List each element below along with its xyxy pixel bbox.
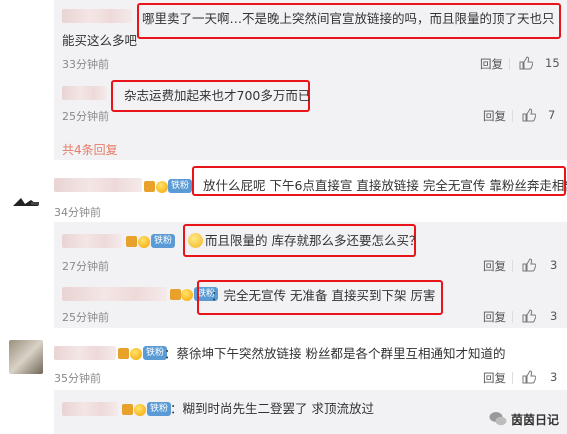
like-count: 3 bbox=[550, 258, 558, 272]
timestamp: 35分钟前 bbox=[54, 372, 101, 385]
member-icon bbox=[138, 236, 150, 248]
reply-button[interactable]: 回复 bbox=[483, 370, 506, 386]
username[interactable] bbox=[62, 234, 122, 248]
vip-icon bbox=[126, 236, 137, 247]
timestamp: 25分钟前 bbox=[62, 110, 109, 123]
like-count: 3 bbox=[550, 309, 558, 323]
thumbs-up-icon[interactable] bbox=[522, 108, 536, 122]
vip-icon bbox=[122, 404, 133, 415]
comment-text: ：完全无宣传 无准备 直接买到下架 厉害 bbox=[211, 288, 436, 303]
avatar[interactable] bbox=[9, 340, 43, 374]
vip-icon bbox=[170, 289, 181, 300]
watermark: 茵茵日记 bbox=[511, 413, 560, 427]
more-replies-link[interactable]: 共4条回复 bbox=[62, 141, 118, 158]
username[interactable] bbox=[54, 178, 142, 192]
member-icon bbox=[181, 289, 193, 301]
reply-button[interactable]: 回复 bbox=[480, 56, 503, 72]
comment-text: ：蔡徐坤下午突然放链接 粉丝都是各个群里互相通知才知道的 bbox=[164, 346, 506, 361]
timestamp: 34分钟前 bbox=[54, 206, 101, 219]
divider bbox=[512, 311, 513, 323]
comment-text: ：糊到时尚先生二登罢了 求顶流放过 bbox=[170, 401, 374, 416]
like-count: 15 bbox=[545, 56, 560, 70]
like-count: 3 bbox=[550, 370, 558, 384]
fan-badge: 铁粉 bbox=[147, 402, 172, 416]
reply-button[interactable]: 回复 bbox=[483, 108, 506, 124]
username[interactable] bbox=[62, 287, 167, 301]
username[interactable] bbox=[54, 346, 116, 360]
member-icon bbox=[134, 404, 146, 416]
vip-icon bbox=[144, 181, 155, 192]
avatar[interactable] bbox=[9, 182, 43, 216]
username[interactable] bbox=[62, 9, 132, 23]
thumbs-up-icon[interactable] bbox=[522, 258, 536, 272]
thumbs-up-icon[interactable] bbox=[519, 56, 533, 70]
member-icon bbox=[130, 348, 142, 360]
divider bbox=[512, 260, 513, 272]
avatar-image-icon bbox=[13, 198, 39, 206]
divider bbox=[512, 372, 513, 384]
reply-button[interactable]: 回复 bbox=[483, 309, 506, 325]
fan-badge: 铁粉 bbox=[151, 234, 176, 248]
timestamp: 27分钟前 bbox=[62, 260, 109, 273]
like-count: 7 bbox=[548, 108, 556, 122]
member-icon bbox=[156, 181, 168, 193]
fan-badge: 铁粉 bbox=[168, 179, 193, 193]
username[interactable] bbox=[62, 402, 118, 416]
wechat-icon bbox=[489, 412, 507, 426]
comment-text: 哪里卖了一天啊…不是晚上突然间官宣放链接的吗，而且限量的顶了天也只 bbox=[142, 11, 555, 26]
comment-text: 杂志运费加起来也才700多万而已 bbox=[124, 88, 311, 103]
divider bbox=[509, 58, 510, 70]
reply-button[interactable]: 回复 bbox=[483, 258, 506, 274]
comment-text: 而且限量的 库存就那么多还要怎么买？ bbox=[205, 233, 422, 248]
emoji-icon bbox=[188, 233, 203, 248]
timestamp: 25分钟前 bbox=[62, 311, 109, 324]
thumbs-up-icon[interactable] bbox=[522, 370, 536, 384]
divider bbox=[512, 110, 513, 122]
comment-text: 放什么屁呢 下午6点直接宣 直接放链接 完全无宣传 靠粉丝奔走相告 bbox=[203, 178, 567, 193]
vip-icon bbox=[118, 348, 129, 359]
timestamp: 33分钟前 bbox=[62, 58, 109, 71]
thumbs-up-icon[interactable] bbox=[522, 309, 536, 323]
comment-text: 能买这么多吧 bbox=[62, 33, 138, 48]
username[interactable] bbox=[62, 86, 107, 100]
